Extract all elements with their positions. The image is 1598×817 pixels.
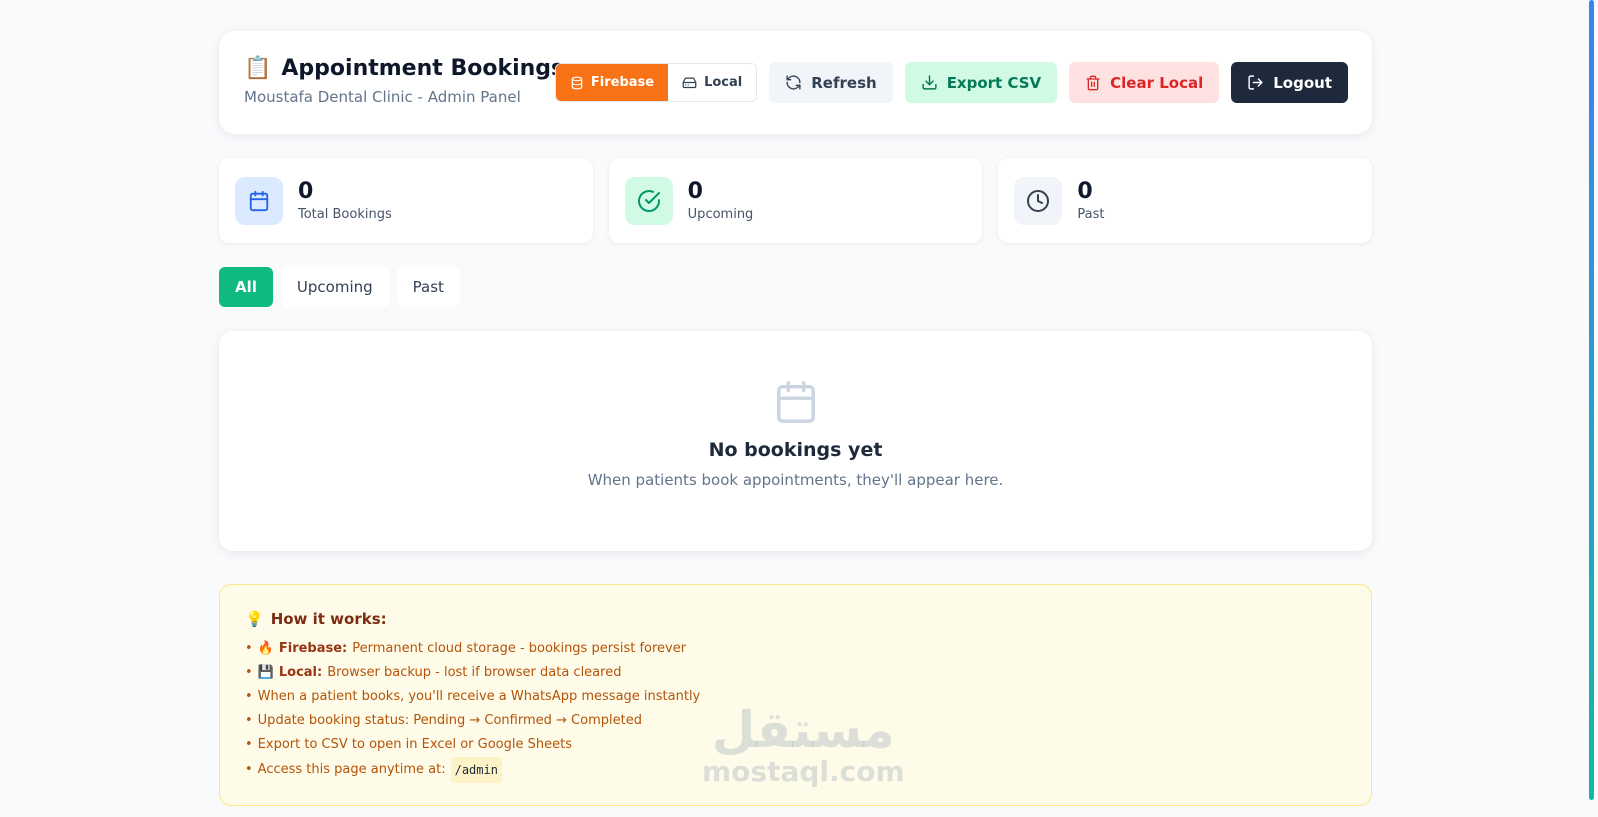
info-item: • When a patient books, you'll receive a…: [245, 685, 1346, 709]
header-actions: Firebase Local Refresh Export CSV Clear …: [554, 62, 1348, 103]
info-item: • Access this page anytime at: /admin: [245, 757, 1346, 783]
header-card: 📋 Appointment Bookings Moustafa Dental C…: [219, 31, 1372, 134]
stat-value-total: 0: [298, 179, 314, 204]
download-icon: [922, 75, 937, 90]
calendar-icon: [776, 381, 815, 423]
info-item: • 🔥 Firebase: Permanent cloud storage - …: [245, 637, 1346, 661]
info-item-strong: Firebase:: [278, 641, 348, 656]
check-circle-icon: [624, 176, 673, 225]
page-title: 📋 Appointment Bookings: [244, 55, 564, 83]
export-csv-label: Export CSV: [946, 73, 1042, 92]
trash-icon: [1086, 75, 1100, 90]
filter-tab-all[interactable]: All: [219, 267, 273, 307]
stat-value-past: 0: [1077, 179, 1093, 204]
firebase-toggle-button[interactable]: Firebase: [555, 64, 669, 101]
info-item-text: Permanent cloud storage - bookings persi…: [352, 641, 687, 656]
logout-icon: [1248, 75, 1263, 90]
empty-state: No bookings yet When patients book appoi…: [219, 331, 1372, 551]
stat-card-past: 0 Past: [998, 158, 1373, 243]
info-item-text: Export to CSV to open in Excel or Google…: [257, 737, 572, 752]
how-it-works-panel: 💡 How it works: • 🔥 Firebase: Permanent …: [219, 584, 1372, 806]
stats-row: 0 Total Bookings 0 Upcoming 0 Past: [219, 158, 1373, 243]
stat-label-total: Total Bookings: [298, 207, 392, 222]
floppy-disk-icon: 💾: [257, 665, 274, 680]
right-edge-accent: [1589, 0, 1594, 800]
stat-card-total: 0 Total Bookings: [219, 158, 593, 243]
how-it-works-title-text: How it works:: [270, 610, 387, 628]
logout-label: Logout: [1273, 73, 1332, 92]
title-block: 📋 Appointment Bookings Moustafa Dental C…: [244, 55, 564, 106]
database-icon: [571, 76, 583, 89]
local-toggle-label: Local: [704, 75, 743, 90]
clock-icon: [1014, 176, 1063, 225]
info-item: • Update booking status: Pending → Confi…: [245, 709, 1346, 733]
hard-drive-icon: [682, 77, 697, 89]
firebase-toggle-label: Firebase: [590, 75, 655, 90]
admin-panel: 📋 Appointment Bookings Moustafa Dental C…: [219, 31, 1373, 806]
admin-path-code: /admin: [450, 757, 502, 783]
lightbulb-icon: 💡: [245, 610, 264, 628]
filter-tab-past[interactable]: Past: [396, 267, 460, 307]
fire-icon: 🔥: [257, 641, 274, 656]
info-item-text: Update booking status: Pending → Confirm…: [257, 713, 642, 728]
how-it-works-title: 💡 How it works:: [245, 610, 1346, 628]
filter-tab-upcoming[interactable]: Upcoming: [280, 267, 389, 307]
refresh-label: Refresh: [811, 73, 877, 92]
info-item-strong: Local:: [278, 665, 323, 680]
empty-state-text: When patients book appointments, they'll…: [587, 471, 1004, 489]
stat-label-upcoming: Upcoming: [687, 207, 754, 222]
stat-label-past: Past: [1077, 207, 1105, 222]
storage-toggle: Firebase Local: [554, 63, 758, 102]
page-subtitle: Moustafa Dental Clinic - Admin Panel: [244, 88, 521, 106]
info-item: • 💾 Local: Browser backup - lost if brow…: [245, 661, 1346, 685]
refresh-button[interactable]: Refresh: [769, 62, 893, 103]
logout-button[interactable]: Logout: [1231, 62, 1348, 103]
export-csv-button[interactable]: Export CSV: [904, 62, 1058, 103]
info-item-text: Browser backup - lost if browser data cl…: [327, 665, 622, 680]
refresh-icon: [786, 75, 801, 90]
page-title-text: Appointment Bookings: [281, 56, 565, 81]
clear-local-button[interactable]: Clear Local: [1069, 62, 1220, 103]
filter-tabs: All Upcoming Past: [219, 267, 1372, 307]
stat-card-upcoming: 0 Upcoming: [608, 158, 983, 243]
info-item-text: Access this page anytime at:: [257, 762, 446, 777]
stat-value-upcoming: 0: [687, 179, 703, 204]
empty-state-title: No bookings yet: [708, 439, 883, 461]
clipboard-icon: 📋: [244, 56, 272, 81]
info-item: • Export to CSV to open in Excel or Goog…: [245, 733, 1346, 757]
calendar-icon: [235, 176, 283, 225]
local-toggle-button[interactable]: Local: [668, 64, 757, 101]
info-item-text: When a patient books, you'll receive a W…: [257, 689, 701, 704]
clear-local-label: Clear Local: [1110, 73, 1204, 92]
